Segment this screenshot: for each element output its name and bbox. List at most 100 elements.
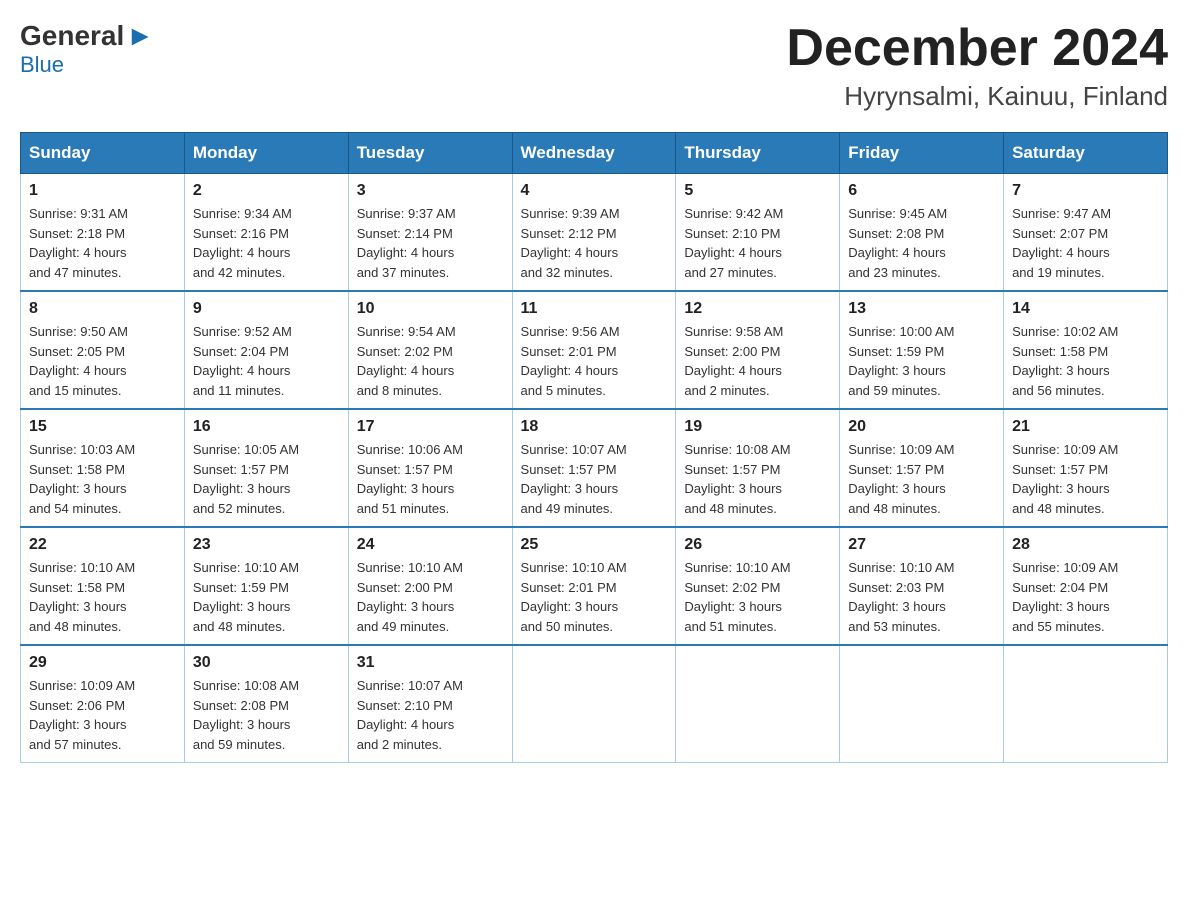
calendar-day-cell: 23Sunrise: 10:10 AMSunset: 1:59 PMDaylig… — [184, 527, 348, 645]
day-info: Sunrise: 9:52 AMSunset: 2:04 PMDaylight:… — [193, 322, 340, 400]
calendar-day-cell: 9 Sunrise: 9:52 AMSunset: 2:04 PMDaylight… — [184, 291, 348, 409]
day-number: 9 — [193, 300, 340, 318]
day-number: 19 — [684, 418, 831, 436]
day-number: 22 — [29, 536, 176, 554]
day-info: Sunrise: 10:10 AMSunset: 2:02 PMDaylight… — [684, 558, 831, 636]
calendar-week-row: 15 Sunrise: 10:03 AMSunset: 1:58 PMDaylig… — [21, 409, 1168, 527]
day-info: Sunrise: 9:42 AMSunset: 2:10 PMDaylight:… — [684, 204, 831, 282]
day-number: 28 — [1012, 536, 1159, 554]
weekday-header-friday: Friday — [840, 133, 1004, 174]
calendar-day-cell: 25 Sunrise: 10:10 AMSunset: 2:01 PMDaylig… — [512, 527, 676, 645]
day-number: 10 — [357, 300, 504, 318]
calendar-day-cell — [1004, 645, 1168, 763]
day-info: Sunrise: 10:00 AMSunset: 1:59 PMDaylight… — [848, 322, 995, 400]
day-info: Sunrise: 9:54 AMSunset: 2:02 PMDaylight:… — [357, 322, 504, 400]
day-number: 13 — [848, 300, 995, 318]
day-number: 20 — [848, 418, 995, 436]
calendar-table: SundayMondayTuesdayWednesdayThursdayFrid… — [20, 132, 1168, 763]
day-info: Sunrise: 9:34 AMSunset: 2:16 PMDaylight:… — [193, 204, 340, 282]
day-number: 15 — [29, 418, 176, 436]
calendar-day-cell: 4Sunrise: 9:39 AMSunset: 2:12 PMDaylight… — [512, 174, 676, 292]
calendar-day-cell — [512, 645, 676, 763]
day-info: Sunrise: 10:10 AMSunset: 1:58 PMDaylight… — [29, 558, 176, 636]
day-number: 16 — [193, 418, 340, 436]
day-number: 29 — [29, 654, 176, 672]
day-info: Sunrise: 10:10 AMSunset: 2:00 PMDaylight… — [357, 558, 504, 636]
day-info: Sunrise: 10:05 AMSunset: 1:57 PMDaylight… — [193, 440, 340, 518]
calendar-day-cell: 1Sunrise: 9:31 AMSunset: 2:18 PMDaylight… — [21, 174, 185, 292]
calendar-day-cell: 26 Sunrise: 10:10 AMSunset: 2:02 PMDaylig… — [676, 527, 840, 645]
calendar-day-cell — [840, 645, 1004, 763]
day-info: Sunrise: 10:10 AMSunset: 1:59 PMDaylight… — [193, 558, 340, 636]
weekday-header-tuesday: Tuesday — [348, 133, 512, 174]
day-number: 27 — [848, 536, 995, 554]
calendar-day-cell: 22 Sunrise: 10:10 AMSunset: 1:58 PMDaylig… — [21, 527, 185, 645]
day-info: Sunrise: 10:06 AMSunset: 1:57 PMDaylight… — [357, 440, 504, 518]
calendar-day-cell: 29 Sunrise: 10:09 AMSunset: 2:06 PMDaylig… — [21, 645, 185, 763]
day-number: 21 — [1012, 418, 1159, 436]
calendar-day-cell: 13 Sunrise: 10:00 AMSunset: 1:59 PMDaylig… — [840, 291, 1004, 409]
day-number: 2 — [193, 182, 340, 200]
logo-blue-text: Blue — [20, 52, 64, 78]
weekday-header-saturday: Saturday — [1004, 133, 1168, 174]
day-info: Sunrise: 9:31 AMSunset: 2:18 PMDaylight:… — [29, 204, 176, 282]
day-number: 6 — [848, 182, 995, 200]
calendar-day-cell: 18 Sunrise: 10:07 AMSunset: 1:57 PMDaylig… — [512, 409, 676, 527]
calendar-day-cell: 30 Sunrise: 10:08 AMSunset: 2:08 PMDaylig… — [184, 645, 348, 763]
day-info: Sunrise: 10:07 AMSunset: 1:57 PMDaylight… — [521, 440, 668, 518]
weekday-header-wednesday: Wednesday — [512, 133, 676, 174]
page-header: General ► Blue December 2024 Hyrynsalmi,… — [20, 20, 1168, 112]
day-info: Sunrise: 10:03 AMSunset: 1:58 PMDaylight… — [29, 440, 176, 518]
day-info: Sunrise: 10:08 AMSunset: 1:57 PMDaylight… — [684, 440, 831, 518]
day-info: Sunrise: 10:07 AMSunset: 2:10 PMDaylight… — [357, 676, 504, 754]
day-info: Sunrise: 9:45 AMSunset: 2:08 PMDaylight:… — [848, 204, 995, 282]
calendar-week-row: 29 Sunrise: 10:09 AMSunset: 2:06 PMDaylig… — [21, 645, 1168, 763]
day-info: Sunrise: 10:08 AMSunset: 2:08 PMDaylight… — [193, 676, 340, 754]
day-number: 8 — [29, 300, 176, 318]
day-number: 26 — [684, 536, 831, 554]
logo-arrow-icon: ► — [126, 20, 154, 52]
day-number: 18 — [521, 418, 668, 436]
day-info: Sunrise: 9:47 AMSunset: 2:07 PMDaylight:… — [1012, 204, 1159, 282]
day-number: 3 — [357, 182, 504, 200]
month-title: December 2024 — [786, 20, 1168, 77]
day-number: 11 — [521, 300, 668, 318]
calendar-day-cell: 12Sunrise: 9:58 AMSunset: 2:00 PMDayligh… — [676, 291, 840, 409]
day-info: Sunrise: 10:10 AMSunset: 2:01 PMDaylight… — [521, 558, 668, 636]
calendar-day-cell: 20 Sunrise: 10:09 AMSunset: 1:57 PMDaylig… — [840, 409, 1004, 527]
calendar-week-row: 1Sunrise: 9:31 AMSunset: 2:18 PMDaylight… — [21, 174, 1168, 292]
day-info: Sunrise: 9:50 AMSunset: 2:05 PMDaylight:… — [29, 322, 176, 400]
calendar-week-row: 22 Sunrise: 10:10 AMSunset: 1:58 PMDaylig… — [21, 527, 1168, 645]
day-info: Sunrise: 10:10 AMSunset: 2:03 PMDaylight… — [848, 558, 995, 636]
calendar-week-row: 8 Sunrise: 9:50 AMSunset: 2:05 PMDaylight… — [21, 291, 1168, 409]
day-number: 30 — [193, 654, 340, 672]
calendar-day-cell: 14 Sunrise: 10:02 AMSunset: 1:58 PMDaylig… — [1004, 291, 1168, 409]
logo: General ► Blue — [20, 20, 156, 78]
location-title: Hyrynsalmi, Kainuu, Finland — [786, 81, 1168, 112]
calendar-day-cell: 21Sunrise: 10:09 AMSunset: 1:57 PMDaylig… — [1004, 409, 1168, 527]
day-info: Sunrise: 9:39 AMSunset: 2:12 PMDaylight:… — [521, 204, 668, 282]
weekday-header-thursday: Thursday — [676, 133, 840, 174]
calendar-day-cell: 27 Sunrise: 10:10 AMSunset: 2:03 PMDaylig… — [840, 527, 1004, 645]
day-info: Sunrise: 10:09 AMSunset: 2:06 PMDaylight… — [29, 676, 176, 754]
day-number: 5 — [684, 182, 831, 200]
day-number: 25 — [521, 536, 668, 554]
day-info: Sunrise: 10:02 AMSunset: 1:58 PMDaylight… — [1012, 322, 1159, 400]
calendar-day-cell: 16 Sunrise: 10:05 AMSunset: 1:57 PMDaylig… — [184, 409, 348, 527]
calendar-day-cell: 31Sunrise: 10:07 AMSunset: 2:10 PMDaylig… — [348, 645, 512, 763]
calendar-day-cell: 28 Sunrise: 10:09 AMSunset: 2:04 PMDaylig… — [1004, 527, 1168, 645]
calendar-day-cell: 2 Sunrise: 9:34 AMSunset: 2:16 PMDaylight… — [184, 174, 348, 292]
calendar-day-cell: 10 Sunrise: 9:54 AMSunset: 2:02 PMDayligh… — [348, 291, 512, 409]
day-number: 14 — [1012, 300, 1159, 318]
day-number: 17 — [357, 418, 504, 436]
calendar-day-cell: 5 Sunrise: 9:42 AMSunset: 2:10 PMDaylight… — [676, 174, 840, 292]
calendar-day-cell — [676, 645, 840, 763]
title-block: December 2024 Hyrynsalmi, Kainuu, Finlan… — [786, 20, 1168, 112]
calendar-day-cell: 24Sunrise: 10:10 AMSunset: 2:00 PMDaylig… — [348, 527, 512, 645]
calendar-day-cell: 6 Sunrise: 9:45 AMSunset: 2:08 PMDaylight… — [840, 174, 1004, 292]
weekday-header-row: SundayMondayTuesdayWednesdayThursdayFrid… — [21, 133, 1168, 174]
calendar-day-cell: 3Sunrise: 9:37 AMSunset: 2:14 PMDaylight… — [348, 174, 512, 292]
day-info: Sunrise: 10:09 AMSunset: 1:57 PMDaylight… — [848, 440, 995, 518]
weekday-header-monday: Monday — [184, 133, 348, 174]
day-info: Sunrise: 10:09 AMSunset: 2:04 PMDaylight… — [1012, 558, 1159, 636]
